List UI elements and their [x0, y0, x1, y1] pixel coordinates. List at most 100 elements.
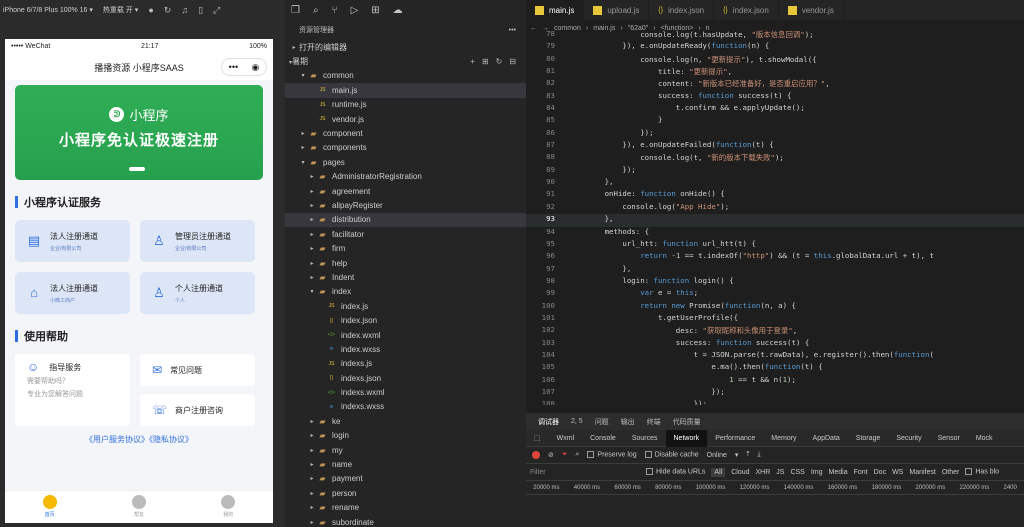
tree-folder[interactable]: ▸ ▰ alipayRegister: [285, 198, 526, 212]
popout-icon[interactable]: ⤢: [213, 5, 220, 16]
download-icon[interactable]: ⤓: [758, 451, 761, 459]
tree-folder[interactable]: ▸ ▰ firm: [285, 241, 526, 255]
devtools-tab[interactable]: Mock: [968, 430, 1001, 447]
resource-type-filter[interactable]: Doc: [874, 469, 886, 476]
tree-file[interactable]: JS main.js: [285, 83, 526, 98]
resource-type-filter[interactable]: All: [711, 467, 726, 477]
source-control-icon[interactable]: ⑂: [332, 5, 338, 16]
personal-card[interactable]: ♙ 个人注册通道 个人: [140, 272, 255, 314]
faq-card[interactable]: ✉ 常见问题: [140, 354, 255, 386]
tree-folder[interactable]: ▾ ▰ common: [285, 69, 526, 83]
devtools-tab[interactable]: Wxml: [549, 430, 583, 447]
tab-friends[interactable]: 帮友: [131, 495, 146, 518]
volume-icon[interactable]: ♫: [181, 5, 188, 15]
resource-type-filter[interactable]: Img: [811, 469, 823, 476]
debug-panel-tab[interactable]: 终端: [647, 417, 661, 427]
tree-file[interactable]: {} index.json: [285, 313, 526, 327]
tree-folder[interactable]: ▸ ▰ agreement: [285, 184, 526, 198]
debug-panel-tab[interactable]: 调试器: [538, 417, 559, 427]
hide-data-urls-checkbox[interactable]: Hide data URLs: [646, 468, 705, 476]
tree-file[interactable]: ≋ indexs.wxss: [285, 400, 526, 414]
editor-tab[interactable]: vendor.js: [779, 0, 844, 20]
promo-banner[interactable]: ᕲ 小程序 小程序免认证极速注册: [15, 85, 263, 180]
resource-type-filter[interactable]: XHR: [756, 469, 771, 476]
files-icon[interactable]: ❐: [291, 5, 300, 16]
tab-home[interactable]: 首页: [42, 495, 57, 518]
open-editors-section[interactable]: ▸ 打开的编辑器: [285, 40, 526, 54]
preserve-log-checkbox[interactable]: Preserve log: [587, 451, 637, 459]
resource-type-filter[interactable]: Font: [854, 469, 868, 476]
close-icon[interactable]: ◉: [251, 62, 259, 73]
tree-file[interactable]: JS vendor.js: [285, 112, 526, 126]
tree-file[interactable]: JS runtime.js: [285, 98, 526, 112]
devtools-tab[interactable]: AppData: [805, 430, 848, 447]
tree-folder[interactable]: ▸ ▰ facilitator: [285, 227, 526, 241]
code-view[interactable]: 78 console.log(t.hasUpdate, "版本信息回调"); 79…: [526, 29, 1024, 405]
tree-folder[interactable]: ▸ ▰ subordinate: [285, 515, 526, 527]
devtools-tab[interactable]: Security: [888, 430, 929, 447]
debug-panel-tab[interactable]: 问题: [595, 417, 609, 427]
devtools-tab[interactable]: Storage: [848, 430, 889, 447]
root-folder-section[interactable]: ▾暑期 + ⊞ ↻ ⊟: [285, 54, 526, 68]
extensions-icon[interactable]: ⊞: [371, 5, 379, 16]
resource-type-filter[interactable]: WS: [892, 469, 903, 476]
tree-folder[interactable]: ▸ ▰ person: [285, 486, 526, 500]
tree-folder[interactable]: ▸ ▰ name: [285, 457, 526, 471]
search-icon[interactable]: ⌕: [313, 5, 319, 16]
devtools-tab[interactable]: Sources: [624, 430, 666, 447]
tree-file[interactable]: JS indexs.js: [285, 357, 526, 371]
clear-icon[interactable]: ⊘: [548, 451, 554, 459]
devtools-tab[interactable]: Network: [665, 429, 708, 447]
devtools-tab[interactable]: Memory: [763, 430, 804, 447]
device-select[interactable]: iPhone 6/7/8 Plus 100% 16 ▾: [3, 6, 93, 14]
tree-file[interactable]: </> index.wxml: [285, 328, 526, 342]
devtools-tab[interactable]: Performance: [707, 430, 763, 447]
agreement-links[interactable]: 《用户服务协议》《隐私协议》: [5, 434, 273, 445]
tree-folder[interactable]: ▸ ▰ login: [285, 429, 526, 443]
admin-card[interactable]: ♙ 管理员注册通道 企业/有限公司: [140, 220, 255, 262]
tree-folder[interactable]: ▸ ▰ ke: [285, 414, 526, 428]
inspect-icon[interactable]: ⬚: [526, 430, 549, 447]
debug-panel-tab[interactable]: 输出: [621, 417, 635, 427]
guide-service-card[interactable]: ☺ 指导服务 需要帮助吗？ 专业为您解答问题: [15, 354, 130, 426]
tree-folder[interactable]: ▸ ▰ help: [285, 256, 526, 270]
new-file-icon[interactable]: +: [470, 57, 475, 66]
tree-folder[interactable]: ▸ ▰ distribution: [285, 212, 526, 228]
consult-card[interactable]: ☏ 商户注册咨询: [140, 394, 255, 426]
resource-type-filter[interactable]: CSS: [790, 469, 804, 476]
resource-type-filter[interactable]: Other: [942, 469, 960, 476]
debug-icon[interactable]: ▷: [351, 5, 359, 16]
tree-folder[interactable]: ▸ ▰ components: [285, 141, 526, 155]
editor-tab[interactable]: upload.js: [584, 0, 650, 20]
resource-type-filter[interactable]: Cloud: [731, 469, 749, 476]
tree-folder[interactable]: ▸ ▰ component: [285, 126, 526, 140]
phone-icon[interactable]: ▯: [198, 5, 203, 16]
new-folder-icon[interactable]: ⊞: [482, 57, 489, 66]
devtools-tab[interactable]: Sensor: [930, 430, 968, 447]
upload-icon[interactable]: ⤒: [746, 451, 749, 459]
debug-panel-tab[interactable]: 代码质量: [673, 417, 701, 427]
editor-tab[interactable]: {} index.json: [714, 0, 779, 20]
cloud-icon[interactable]: ☁: [393, 5, 403, 16]
more-icon[interactable]: •••: [229, 62, 238, 72]
tree-folder[interactable]: ▾ ▰ pages: [285, 155, 526, 169]
tab-mine[interactable]: 我的: [221, 495, 236, 518]
filter-input[interactable]: Filter: [530, 469, 640, 476]
tree-folder[interactable]: ▸ ▰ my: [285, 443, 526, 457]
tree-folder[interactable]: ▾ ▰ index: [285, 285, 526, 299]
resource-type-filter[interactable]: JS: [776, 469, 784, 476]
legal-person-card[interactable]: ▤ 法人注册通道 企业/有限公司: [15, 220, 130, 262]
tree-folder[interactable]: ▸ ▰ AdministratorRegistration: [285, 170, 526, 184]
small-merchant-card[interactable]: ⌂ 法人注册通道 小微工商户: [15, 272, 130, 314]
resource-type-filter[interactable]: Media: [829, 469, 848, 476]
tree-folder[interactable]: ▸ ▰ payment: [285, 472, 526, 486]
rotate-icon[interactable]: ↻: [164, 5, 172, 16]
has-blocked-checkbox[interactable]: Has blo: [965, 468, 999, 476]
refresh-icon[interactable]: ↻: [496, 57, 503, 66]
tree-folder[interactable]: ▸ ▰ rename: [285, 501, 526, 515]
tree-file[interactable]: JS index.js: [285, 299, 526, 313]
filter-icon[interactable]: ⏷: [562, 451, 568, 459]
search-icon[interactable]: ⌕: [575, 451, 579, 459]
hotreload-toggle[interactable]: 热重载 开 ▾: [103, 5, 138, 15]
resource-type-filter[interactable]: Manifest: [909, 469, 935, 476]
